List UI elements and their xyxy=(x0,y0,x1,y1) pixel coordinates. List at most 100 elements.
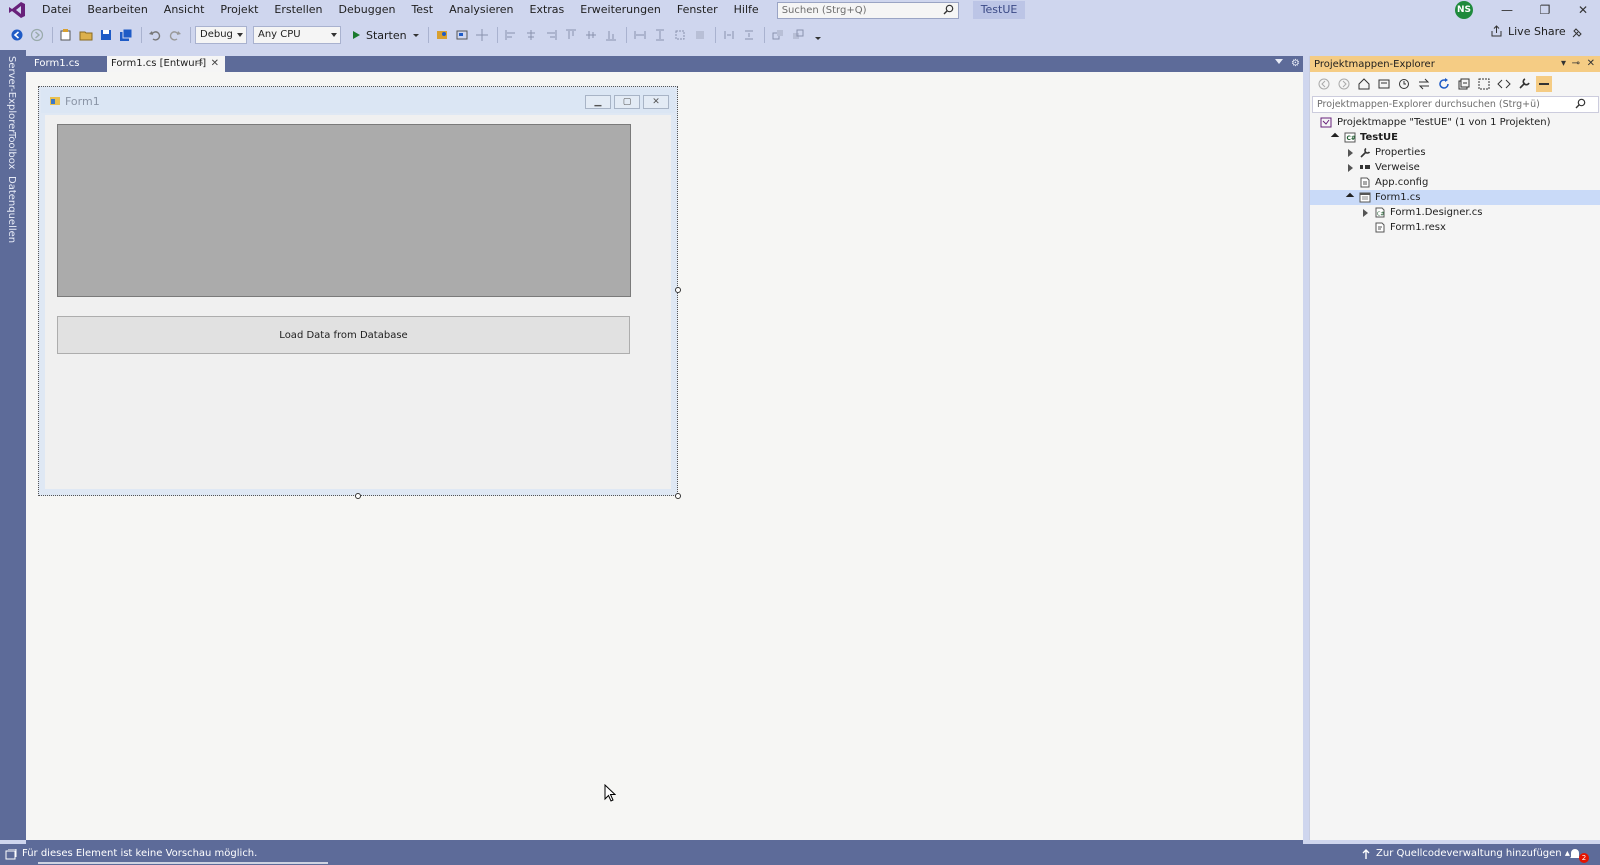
close-window-button[interactable]: ✕ xyxy=(1564,0,1600,20)
align-bottoms-button[interactable] xyxy=(602,26,620,44)
view-code-icon[interactable] xyxy=(1496,76,1512,92)
document-list-dropdown-icon[interactable] xyxy=(1275,59,1283,64)
size-to-grid-button[interactable] xyxy=(691,26,709,44)
solution-explorer-panel: Projektmappen-Explorer ▾ ⊸ ✕ Projektmapp… xyxy=(1309,56,1600,840)
tree-item[interactable]: App.config xyxy=(1310,175,1600,190)
align-tops-button[interactable] xyxy=(562,26,580,44)
save-all-button[interactable] xyxy=(117,26,135,44)
menu-item[interactable]: Bearbeiten xyxy=(79,0,155,20)
form-designer-window[interactable]: Form1 ▁ ▢ ✕ Load Data from Database xyxy=(38,86,678,496)
sync-with-document-icon[interactable] xyxy=(1416,76,1432,92)
menu-item[interactable]: Hilfe xyxy=(726,0,767,20)
restore-window-button[interactable]: ❐ xyxy=(1526,0,1564,20)
toolbox-tab[interactable]: Toolbox xyxy=(6,132,17,170)
open-file-button[interactable] xyxy=(77,26,95,44)
user-avatar[interactable]: NS xyxy=(1455,1,1473,19)
menu-item[interactable]: Extras xyxy=(522,0,573,20)
add-to-source-control-button[interactable]: Zur Quellcodeverwaltung hinzufügen ▴ xyxy=(1376,848,1570,859)
pending-changes-filter-icon[interactable] xyxy=(1396,76,1412,92)
tab-form1-code[interactable]: Form1.cs xyxy=(30,56,110,72)
pin-icon[interactable]: ⊸ xyxy=(1572,56,1580,72)
expanded-arrow-icon[interactable] xyxy=(1345,192,1355,202)
refresh-icon[interactable] xyxy=(1436,76,1452,92)
search-input[interactable]: Suchen (Strg+Q) xyxy=(776,1,959,19)
tree-item[interactable]: Projektmappe "TestUE" (1 von 1 Projekten… xyxy=(1310,115,1600,130)
menu-item[interactable]: Debuggen xyxy=(331,0,404,20)
align-centers-button[interactable] xyxy=(522,26,540,44)
close-icon[interactable]: ✕ xyxy=(1587,56,1595,72)
document-settings-gear-icon[interactable]: ⚙ xyxy=(1291,56,1300,72)
menu-item[interactable]: Analysieren xyxy=(441,0,521,20)
tree-item[interactable]: Properties xyxy=(1310,145,1600,160)
bring-to-front-button[interactable] xyxy=(769,26,787,44)
menu-item[interactable]: Datei xyxy=(34,0,79,20)
navigate-back-button[interactable] xyxy=(8,26,26,44)
form-client-area[interactable]: Load Data from Database xyxy=(45,115,671,489)
menu-item[interactable]: Erstellen xyxy=(266,0,330,20)
minimize-window-button[interactable]: — xyxy=(1488,0,1526,20)
tree-item[interactable]: Verweise xyxy=(1310,160,1600,175)
menu-item[interactable]: Ansicht xyxy=(156,0,213,20)
menu-item[interactable]: Test xyxy=(403,0,441,20)
undo-button[interactable] xyxy=(146,26,164,44)
pin-tab-icon[interactable]: ⊸ xyxy=(195,56,203,72)
live-share-button[interactable]: Live Share xyxy=(1490,25,1566,38)
expanded-arrow-icon[interactable] xyxy=(1330,132,1340,142)
make-same-size-button[interactable] xyxy=(671,26,689,44)
properties-wrench-icon[interactable] xyxy=(1516,76,1532,92)
visual-studio-logo-icon[interactable] xyxy=(0,0,34,20)
resize-handle-right[interactable] xyxy=(675,287,681,293)
home-icon[interactable] xyxy=(1356,76,1372,92)
toolbar-overflow-icon[interactable] xyxy=(809,26,827,44)
resize-handle-bottom-right[interactable] xyxy=(675,493,681,499)
vertical-spacing-button[interactable] xyxy=(740,26,758,44)
new-project-button[interactable] xyxy=(57,26,75,44)
tree-item[interactable]: Form1.resx xyxy=(1310,220,1600,235)
forward-icon[interactable] xyxy=(1336,76,1352,92)
back-icon[interactable] xyxy=(1316,76,1332,92)
tree-item-label: Form1.cs xyxy=(1375,192,1421,203)
load-data-button[interactable]: Load Data from Database xyxy=(57,316,630,354)
make-same-height-button[interactable] xyxy=(651,26,669,44)
preview-selected-items-icon[interactable] xyxy=(1536,76,1552,92)
collapsed-arrow-icon[interactable] xyxy=(1348,164,1353,172)
solution-configuration-dropdown[interactable]: Debug xyxy=(195,26,247,44)
window-position-dropdown-icon[interactable]: ▾ xyxy=(1561,56,1566,72)
tree-item[interactable]: Form1.cs xyxy=(1310,190,1600,205)
toolbar-separator xyxy=(496,27,498,43)
tree-item[interactable]: C# TestUE xyxy=(1310,130,1600,145)
tab-order-button[interactable] xyxy=(453,26,471,44)
menu-item[interactable]: Fenster xyxy=(669,0,726,20)
data-sources-tab[interactable]: Datenquellen xyxy=(6,176,17,243)
data-grid-view[interactable] xyxy=(57,124,631,297)
align-rights-button[interactable] xyxy=(542,26,560,44)
collapsed-arrow-icon[interactable] xyxy=(1348,149,1353,157)
align-to-grid-button[interactable] xyxy=(473,26,491,44)
align-lefts-button[interactable] xyxy=(502,26,520,44)
solution-explorer-search-input[interactable]: Projektmappen-Explorer durchsuchen (Strg… xyxy=(1312,96,1599,113)
solution-platform-dropdown[interactable]: Any CPU xyxy=(253,26,341,44)
collapsed-arrow-icon[interactable] xyxy=(1363,209,1368,217)
feedback-icon[interactable] xyxy=(1570,26,1584,43)
tab-form1-designer[interactable]: Form1.cs [Entwurf] ⊸ ✕ xyxy=(107,56,225,72)
redo-button[interactable] xyxy=(166,26,184,44)
server-explorer-tab[interactable]: Server-Explorer xyxy=(6,56,17,133)
make-same-width-button[interactable] xyxy=(631,26,649,44)
browser-link-button[interactable] xyxy=(433,26,451,44)
collapse-all-icon[interactable] xyxy=(1456,76,1472,92)
show-all-files-icon[interactable] xyxy=(1476,76,1492,92)
tree-item-label: Properties xyxy=(1375,147,1426,158)
resize-handle-bottom[interactable] xyxy=(355,493,361,499)
switch-views-icon[interactable] xyxy=(1376,76,1392,92)
align-middles-button[interactable] xyxy=(582,26,600,44)
menu-item[interactable]: Projekt xyxy=(212,0,266,20)
tree-item[interactable]: C# Form1.Designer.cs xyxy=(1310,205,1600,220)
horizontal-spacing-button[interactable] xyxy=(720,26,738,44)
svg-text:C#: C# xyxy=(1347,135,1356,142)
save-button[interactable] xyxy=(97,26,115,44)
start-debugging-button[interactable]: Starten xyxy=(347,26,424,44)
send-to-back-button[interactable] xyxy=(789,26,807,44)
menu-item[interactable]: Erweiterungen xyxy=(572,0,669,20)
close-tab-icon[interactable]: ✕ xyxy=(211,56,219,72)
navigate-forward-button[interactable] xyxy=(28,26,46,44)
